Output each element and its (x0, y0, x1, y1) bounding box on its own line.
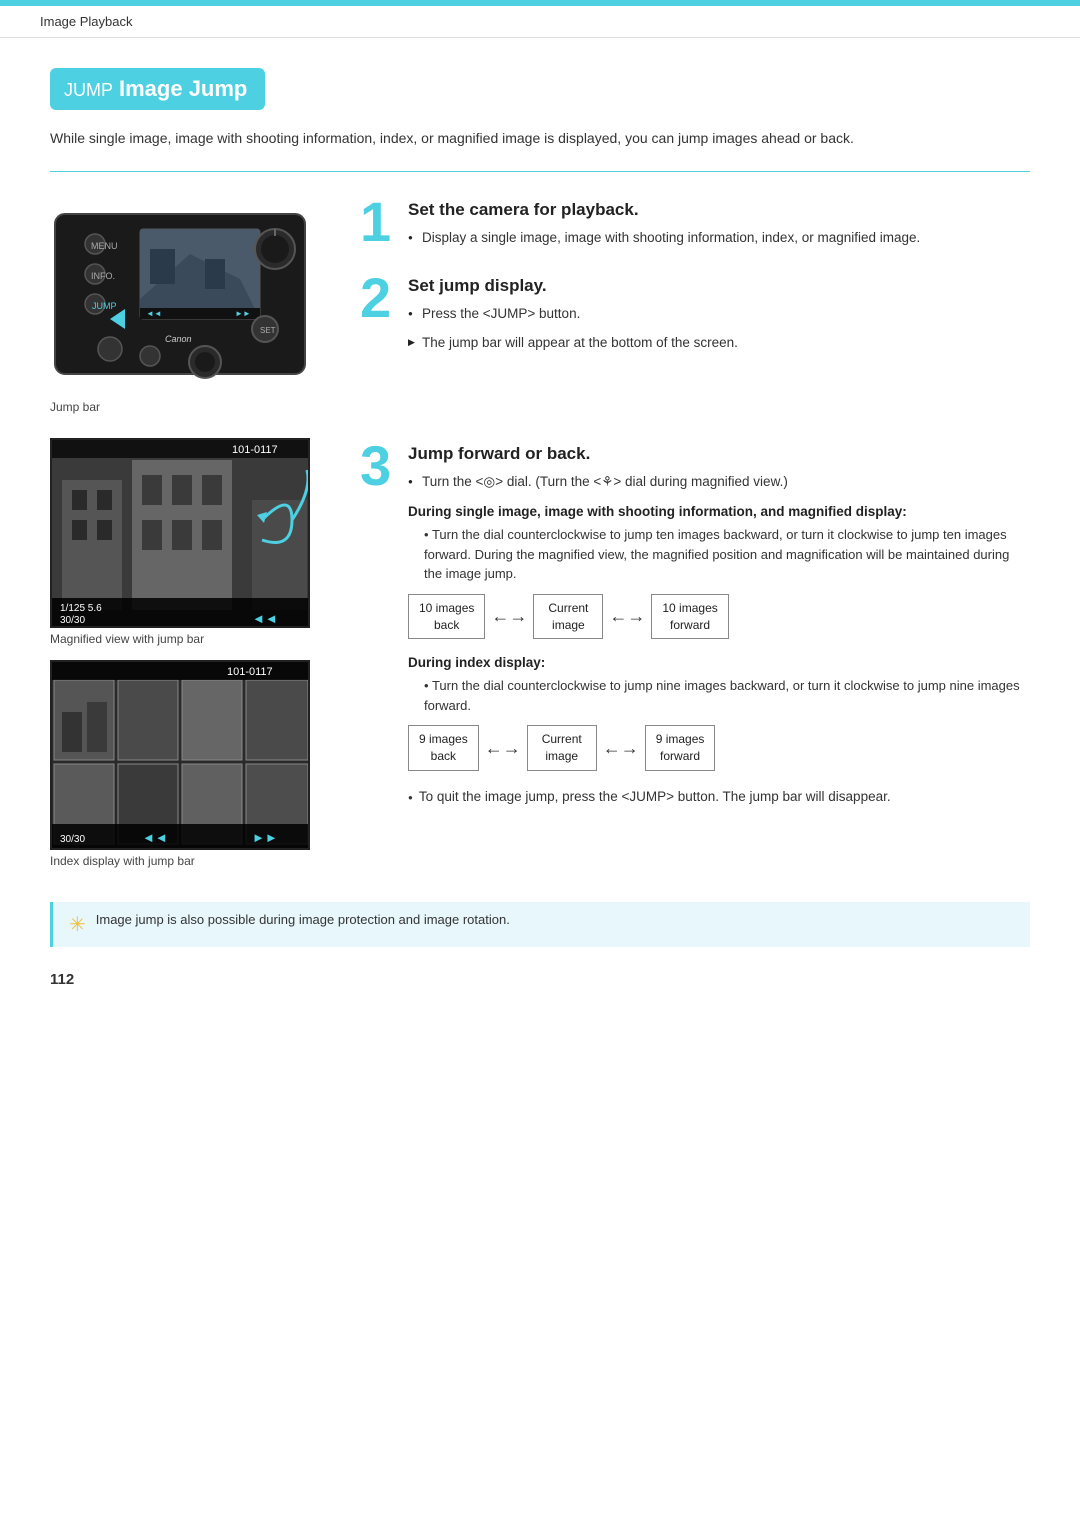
svg-text:JUMP: JUMP (92, 301, 117, 311)
camera-device-image: ◄◄ ►► MENU INFO. JUMP (50, 194, 310, 394)
diagram-ten: 10 images back ←→ Current image ←→ 10 im… (408, 594, 1030, 640)
steps-1-2-text: 1 Set the camera for playback. Display a… (360, 194, 1030, 428)
step-3-body: Jump forward or back. Turn the <◎> dial.… (408, 438, 1030, 807)
step-3-text: 3 Jump forward or back. Turn the <◎> dia… (360, 438, 1030, 882)
diagram-ten-center-sub: image (544, 617, 592, 634)
step-1-title: Set the camera for playback. (408, 200, 1030, 220)
diagram-nine: 9 images back ←→ Current image ←→ 9 imag… (408, 725, 1030, 771)
svg-text:◄◄: ◄◄ (142, 830, 168, 845)
diagram-nine-center-sub: image (538, 748, 586, 765)
tip-text: Image jump is also possible during image… (96, 912, 510, 927)
step-2: 2 Set jump display. Press the <JUMP> but… (360, 270, 1030, 361)
step-2-body: Set jump display. Press the <JUMP> butto… (408, 270, 1030, 361)
svg-text:SET: SET (260, 326, 276, 335)
step-1-number: 1 (360, 194, 408, 250)
svg-text:30/30: 30/30 (60, 615, 85, 626)
diagram-ten-right: 10 images forward (651, 594, 728, 640)
svg-text:101-0117: 101-0117 (232, 444, 278, 456)
magnified-view-label: Magnified view with jump bar (50, 632, 330, 646)
svg-text:MENU: MENU (91, 241, 118, 251)
diagram-ten-center-label: Current (544, 600, 592, 617)
step-3-bullets: Turn the <◎> dial. (Turn the <⚘> dial du… (408, 472, 1030, 492)
page-number: 112 (50, 971, 1030, 988)
separator (50, 171, 1030, 172)
step-3-header: 3 Jump forward or back. Turn the <◎> dia… (360, 438, 1030, 807)
tip-icon: ✳ (69, 912, 86, 937)
step-2-title: Set jump display. (408, 276, 1030, 296)
diagram-ten-center: Current image (533, 594, 603, 640)
page-content: JUMP Image Jump While single image, image… (0, 38, 1080, 1028)
title-main: Image Jump (119, 76, 247, 101)
svg-text:◄◄: ◄◄ (252, 611, 278, 626)
diagram-nine-center: Current image (527, 725, 597, 771)
index-display-label: Index display with jump bar (50, 854, 330, 868)
diagram-nine-left-label: 9 images (419, 731, 468, 748)
diagram-ten-left-label: 10 images (419, 600, 474, 617)
jump-bar-label: Jump bar (50, 400, 330, 414)
step-2-number: 2 (360, 270, 408, 326)
jump-label: JUMP (64, 80, 113, 100)
step-1-bullets: Display a single image, image with shoot… (408, 228, 1030, 248)
arrow-right-nine: ←→ (603, 738, 639, 759)
during-single-label: During single image, image with shooting… (408, 504, 1030, 519)
tip-bar: ✳ Image jump is also possible during ima… (50, 902, 1030, 947)
diagram-ten-right-sub: forward (662, 617, 717, 634)
svg-text:1/125 5.6: 1/125 5.6 (60, 603, 102, 614)
step-3-images: 101-0117 1/125 5.6 30/30 ◄◄ Magnified vi… (50, 438, 330, 882)
quit-bullet-dot: ● (408, 792, 413, 804)
svg-text:101-0117: 101-0117 (227, 666, 273, 678)
step-2-arrows: The jump bar will appear at the bottom o… (408, 333, 1030, 353)
svg-text:Canon: Canon (165, 334, 192, 344)
step-2-bullet-1: Press the <JUMP> button. (408, 304, 1030, 324)
diagram-ten-left-sub: back (419, 617, 474, 634)
camera-illustrations: ◄◄ ►► MENU INFO. JUMP (50, 194, 330, 428)
svg-text:►►: ►► (235, 309, 251, 318)
arrow-right-ten: ←→ (609, 606, 645, 627)
during-index-text: Turn the dial counterclockwise to jump n… (408, 676, 1030, 715)
step-2-bullets: Press the <JUMP> button. (408, 304, 1030, 324)
svg-text:30/30: 30/30 (60, 834, 85, 845)
diagram-ten-right-label: 10 images (662, 600, 717, 617)
intro-text: While single image, image with shooting … (50, 128, 1030, 149)
arrow-left-nine: ←→ (485, 738, 521, 759)
diagram-nine-center-label: Current (538, 731, 586, 748)
step-3-number: 3 (360, 438, 408, 494)
step-3-layout: 101-0117 1/125 5.6 30/30 ◄◄ Magnified vi… (50, 438, 1030, 882)
diagram-ten-left: 10 images back (408, 594, 485, 640)
page-title-box: JUMP Image Jump (50, 68, 265, 110)
diagram-nine-left-sub: back (419, 748, 468, 765)
diagram-nine-right-sub: forward (656, 748, 705, 765)
magnified-photo: 101-0117 1/125 5.6 30/30 ◄◄ (50, 438, 310, 628)
step-1-bullet-1: Display a single image, image with shoot… (408, 228, 1030, 248)
breadcrumb: Image Playback (0, 6, 1080, 38)
step-3-title: Jump forward or back. (408, 444, 1030, 464)
step-1: 1 Set the camera for playback. Display a… (360, 194, 1030, 256)
arrow-left-ten: ←→ (491, 606, 527, 627)
svg-text:INFO.: INFO. (91, 271, 115, 281)
quit-text: To quit the image jump, press the <JUMP>… (419, 787, 891, 807)
step-2-arrow-1: The jump bar will appear at the bottom o… (408, 333, 1030, 353)
svg-text:◄◄: ◄◄ (146, 309, 162, 318)
step-3-bullet-1: Turn the <◎> dial. (Turn the <⚘> dial du… (408, 472, 1030, 492)
diagram-nine-right: 9 images forward (645, 725, 716, 771)
during-single-text: Turn the dial counterclockwise to jump t… (408, 525, 1030, 584)
index-photo: 101-0117 30/30 ◄◄ ►► (50, 660, 310, 850)
diagram-nine-right-label: 9 images (656, 731, 705, 748)
step-1-body: Set the camera for playback. Display a s… (408, 194, 1030, 256)
diagram-nine-left: 9 images back (408, 725, 479, 771)
steps-1-2-layout: ◄◄ ►► MENU INFO. JUMP (50, 194, 1030, 428)
quit-bullet: ● To quit the image jump, press the <JUM… (408, 787, 1030, 807)
svg-text:►►: ►► (252, 830, 278, 845)
during-index-label: During index display: (408, 655, 1030, 670)
